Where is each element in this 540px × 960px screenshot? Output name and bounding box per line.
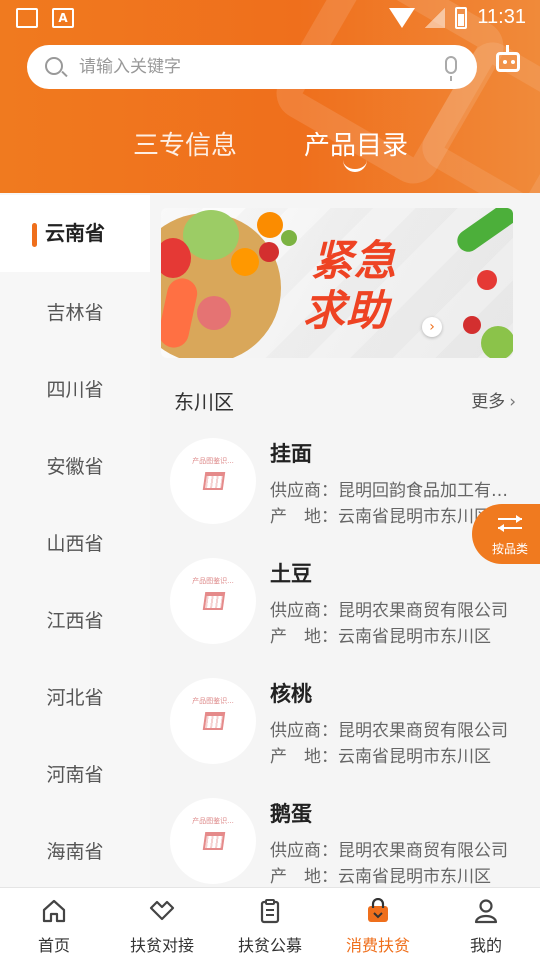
wifi-icon xyxy=(389,7,416,28)
sidebar-item-jilin[interactable]: 吉林省 xyxy=(0,275,150,352)
bottom-nav: 首页 扶贫对接 扶贫公募 消费扶贫 我的 xyxy=(0,887,540,960)
product-supplier: 供应商：昆明回韵食品加工有限公司 xyxy=(270,481,520,501)
status-time: 11:31 xyxy=(477,6,526,28)
gallery-icon xyxy=(16,8,38,28)
province-sidebar: 云南省 吉林省 四川省 安徽省 山西省 江西省 河北省 河南省 海南省 xyxy=(0,193,150,887)
product-origin: 产 地：云南省昆明市东川区 xyxy=(270,747,491,767)
chevron-right-icon: › xyxy=(509,392,516,412)
product-name: 鹅蛋 xyxy=(270,802,312,826)
shopping-cart-icon xyxy=(202,592,226,610)
status-bar: A 11:31 xyxy=(0,0,540,36)
swap-icon xyxy=(498,514,522,532)
district-title: 东川区 xyxy=(174,390,234,414)
search-bar[interactable] xyxy=(27,45,477,89)
product-name: 土豆 xyxy=(270,562,312,586)
sidebar-item-hainan[interactable]: 海南省 xyxy=(0,814,150,891)
nav-home[interactable]: 首页 xyxy=(0,888,108,960)
by-category-button[interactable]: 按品类 xyxy=(472,504,540,564)
search-icon xyxy=(45,57,63,75)
sidebar-item-jiangxi[interactable]: 江西省 xyxy=(0,583,150,660)
sidebar-item-henan[interactable]: 河南省 xyxy=(0,737,150,814)
chevron-right-icon[interactable]: › xyxy=(422,317,442,337)
microphone-icon[interactable] xyxy=(445,56,457,81)
shopping-cart-icon xyxy=(202,712,226,730)
shopping-cart-icon xyxy=(202,472,226,490)
sidebar-item-sichuan[interactable]: 四川省 xyxy=(0,352,150,429)
clipboard-icon xyxy=(260,899,280,924)
sidebar-item-shanxi[interactable]: 山西省 xyxy=(0,506,150,583)
signal-icon xyxy=(425,7,446,28)
nav-poverty-fundraising[interactable]: 扶贫公募 xyxy=(216,888,324,960)
product-name: 挂面 xyxy=(270,442,312,466)
product-supplier: 供应商：昆明农果商贸有限公司 xyxy=(270,721,508,741)
product-thumbnail: 产品图鉴识... xyxy=(170,798,256,884)
sidebar-item-anhui[interactable]: 安徽省 xyxy=(0,429,150,506)
app-a-icon: A xyxy=(52,8,74,28)
product-card[interactable]: 产品图鉴识... 核桃 供应商：昆明农果商贸有限公司 产 地：云南省昆明市东川区 xyxy=(150,678,540,788)
product-thumbnail: 产品图鉴识... xyxy=(170,558,256,644)
top-tabs: 三专信息 产品目录 xyxy=(0,125,540,185)
home-icon xyxy=(42,899,66,923)
sidebar-item-hebei[interactable]: 河北省 xyxy=(0,660,150,737)
robot-service-icon[interactable] xyxy=(496,45,520,72)
product-thumbnail: 产品图鉴识... xyxy=(170,678,256,764)
handshake-icon xyxy=(149,900,175,921)
emergency-help-banner[interactable]: 紧急 求助 › xyxy=(161,208,513,358)
product-name: 核桃 xyxy=(270,682,312,706)
product-card[interactable]: 产品图鉴识... 土豆 供应商：昆明农果商贸有限公司 产 地：云南省昆明市东川区 xyxy=(150,558,540,668)
nav-consumption-poverty[interactable]: 消费扶贫 xyxy=(324,888,432,960)
battery-icon xyxy=(455,6,468,29)
banner-headline: 紧急 求助 xyxy=(303,236,398,335)
nav-mine[interactable]: 我的 xyxy=(432,888,540,960)
more-link[interactable]: 更多 › xyxy=(471,387,516,412)
shopping-bag-icon xyxy=(368,898,388,922)
nav-poverty-matching[interactable]: 扶贫对接 xyxy=(108,888,216,960)
product-origin: 产 地：云南省昆明市东川区 xyxy=(270,867,491,887)
sidebar-item-yunnan[interactable]: 云南省 xyxy=(0,195,150,272)
product-supplier: 供应商：昆明农果商贸有限公司 xyxy=(270,841,508,861)
user-icon xyxy=(474,899,498,924)
product-thumbnail: 产品图鉴识... xyxy=(170,438,256,524)
tab-three-special-info[interactable]: 三专信息 xyxy=(133,125,237,162)
tab-product-catalog[interactable]: 产品目录 xyxy=(304,125,408,162)
header: A 11:31 三专信息 产品目录 xyxy=(0,0,540,193)
product-origin: 产 地：云南省昆明市东川区 xyxy=(270,627,491,647)
product-supplier: 供应商：昆明农果商贸有限公司 xyxy=(270,601,508,621)
search-input[interactable] xyxy=(79,45,419,89)
shopping-cart-icon xyxy=(202,832,226,850)
